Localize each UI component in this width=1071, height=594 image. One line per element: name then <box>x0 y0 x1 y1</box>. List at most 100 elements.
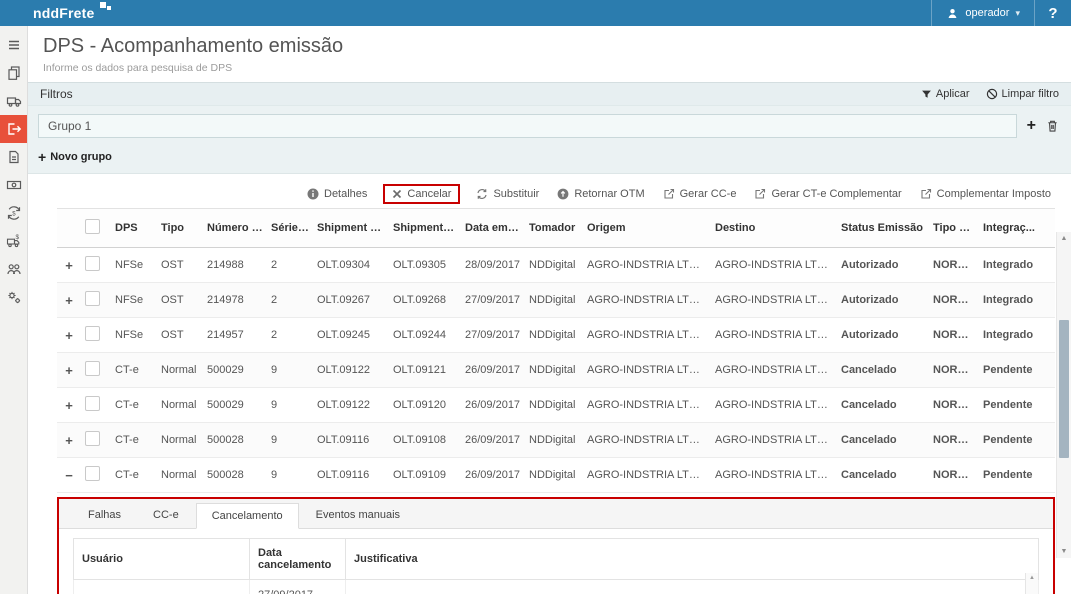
column-header-9[interactable]: Destino <box>711 209 837 248</box>
sidebar-item-currency-sync[interactable]: $ <box>0 199 27 227</box>
cell-tipo_op: NORMAL <box>929 458 979 493</box>
generate-cce-button[interactable]: Gerar CC-e <box>663 188 737 200</box>
filter-group-field[interactable]: Grupo 1 <box>38 114 1017 138</box>
tab-cancelamento[interactable]: Cancelamento <box>196 503 299 529</box>
column-header-1[interactable]: Tipo <box>157 209 203 248</box>
scroll-down-icon[interactable]: ▼ <box>1057 548 1071 555</box>
chevron-down-icon: ▾ <box>1015 8 1020 19</box>
cell-shipment_buy: OLT.09244 <box>389 318 461 353</box>
table-row[interactable]: +CT-eNormal5000299OLT.09122OLT.0912026/0… <box>57 388 1055 423</box>
column-header-10[interactable]: Status Emissão <box>837 209 929 248</box>
detail-column-header-2[interactable]: Justificativa <box>346 539 1039 580</box>
row-checkbox[interactable] <box>85 466 100 481</box>
table-row[interactable]: +NFSeOST2149572OLT.09245OLT.0924427/09/2… <box>57 318 1055 353</box>
svg-text:$: $ <box>15 234 19 241</box>
cell-status: Autorizado <box>837 283 929 318</box>
column-header-8[interactable]: Origem <box>583 209 711 248</box>
user-menu[interactable]: operador ▾ <box>931 0 1035 26</box>
select-all-header[interactable] <box>81 209 111 248</box>
add-filter-button[interactable]: + <box>1027 118 1036 134</box>
row-checkbox[interactable] <box>85 431 100 446</box>
cell-tomador: NDDigital <box>525 248 583 283</box>
new-group-button[interactable]: + Novo grupo <box>38 149 1059 165</box>
cell-tipo: Normal <box>157 423 203 458</box>
return-otm-button[interactable]: Retornar OTM <box>557 188 644 200</box>
cell-tipo: Normal <box>157 388 203 423</box>
expand-row-toggle[interactable]: + <box>57 248 81 283</box>
expand-row-toggle[interactable]: + <box>57 423 81 458</box>
expand-row-toggle[interactable]: + <box>57 353 81 388</box>
table-row[interactable]: +CT-eNormal5000299OLT.09122OLT.0912126/0… <box>57 353 1055 388</box>
table-row[interactable]: +NFSeOST2149782OLT.09267OLT.0926827/09/2… <box>57 283 1055 318</box>
export-icon <box>663 188 675 200</box>
sidebar-item-document[interactable] <box>0 143 27 171</box>
scroll-up-icon[interactable]: ▲ <box>1029 575 1035 581</box>
row-checkbox[interactable] <box>85 326 100 341</box>
column-header-11[interactable]: Tipo op... <box>929 209 979 248</box>
detail-scrollbar[interactable]: ▲ ▼ <box>1025 573 1038 594</box>
table-row[interactable]: −CT-eNormal5000289OLT.09116OLT.0910926/0… <box>57 458 1055 493</box>
cell-dps: NFSe <box>111 283 157 318</box>
column-header-3[interactable]: Série DPS <box>267 209 313 248</box>
column-header-4[interactable]: Shipment Sell <box>313 209 389 248</box>
sidebar-item-menu[interactable] <box>0 31 27 59</box>
column-header-5[interactable]: Shipment Buy <box>389 209 461 248</box>
scroll-up-icon[interactable]: ▲ <box>1057 235 1071 242</box>
column-header-0[interactable]: DPS <box>111 209 157 248</box>
help-button[interactable]: ? <box>1035 0 1071 26</box>
sidebar-item-transport[interactable] <box>0 87 27 115</box>
page-subtitle: Informe os dados para pesquisa de DPS <box>43 62 1071 74</box>
tab-eventos-manuais[interactable]: Eventos manuais <box>301 503 415 529</box>
substitute-button[interactable]: Substituir <box>476 188 539 200</box>
collapse-row-toggle[interactable]: − <box>57 458 81 493</box>
tab-falhas[interactable]: Falhas <box>73 503 136 529</box>
cell-destino: AGRO-INDSTRIA LTDA. <box>711 458 837 493</box>
cell-tipo: OST <box>157 248 203 283</box>
table-row[interactable]: +CT-eNormal5000289OLT.09116OLT.0910826/0… <box>57 423 1055 458</box>
plus-icon: + <box>38 149 46 165</box>
detail-cell-justificativa: Cancelamento <box>346 580 1039 594</box>
scrollbar-thumb[interactable] <box>1059 320 1069 458</box>
generate-cte-complementar-button[interactable]: Gerar CT-e Complementar <box>754 188 901 200</box>
topbar: nddFrete operador ▾ ? <box>0 0 1071 26</box>
tab-cc-e[interactable]: CC-e <box>138 503 194 529</box>
cell-tipo_op: NORMAL <box>929 283 979 318</box>
row-checkbox[interactable] <box>85 396 100 411</box>
apply-filter-button[interactable]: Aplicar <box>921 88 970 100</box>
expand-row-toggle[interactable]: + <box>57 318 81 353</box>
row-checkbox[interactable] <box>85 361 100 376</box>
expand-row-toggle[interactable]: + <box>57 388 81 423</box>
trash-icon <box>1046 119 1059 133</box>
select-all-checkbox[interactable] <box>85 219 100 234</box>
table-row[interactable]: +NFSeOST2149882OLT.09304OLT.0930528/09/2… <box>57 248 1055 283</box>
cell-data_emissao: 27/09/2017 <box>461 283 525 318</box>
cell-numero: 500028 <box>203 458 267 493</box>
sidebar-item-documents[interactable] <box>0 59 27 87</box>
row-checkbox[interactable] <box>85 256 100 271</box>
detail-column-header-1[interactable]: Data cancelamento <box>250 539 346 580</box>
row-checkbox[interactable] <box>85 291 100 306</box>
clear-filter-button[interactable]: Limpar filtro <box>986 88 1059 100</box>
cancel-button[interactable]: Cancelar <box>383 184 460 204</box>
expand-row-toggle[interactable]: + <box>57 283 81 318</box>
cell-destino: AGRO-INDSTRIA LTDA. <box>711 388 837 423</box>
sidebar-item-settings[interactable] <box>0 283 27 311</box>
column-header-2[interactable]: Número DPS <box>203 209 267 248</box>
sidebar-item-emission-active[interactable] <box>0 115 27 143</box>
cell-status: Cancelado <box>837 423 929 458</box>
sidebar-item-billing[interactable] <box>0 171 27 199</box>
grid-vertical-scrollbar[interactable]: ▲ ▼ <box>1056 232 1071 558</box>
sidebar-item-users[interactable] <box>0 255 27 283</box>
complementar-imposto-button[interactable]: Complementar Imposto <box>920 188 1051 200</box>
column-header-7[interactable]: Tomador <box>525 209 583 248</box>
column-header-6[interactable]: Data emis... <box>461 209 525 248</box>
delete-group-button[interactable] <box>1046 119 1059 133</box>
column-header-12[interactable]: Integraç... <box>979 209 1055 248</box>
cell-integracao: Pendente <box>979 388 1055 423</box>
cell-data_emissao: 26/09/2017 <box>461 458 525 493</box>
export-icon <box>920 188 932 200</box>
details-button[interactable]: Detalhes <box>307 188 367 200</box>
cell-tipo: Normal <box>157 458 203 493</box>
sidebar-item-freight-cost[interactable]: $ <box>0 227 27 255</box>
detail-column-header-0[interactable]: Usuário <box>74 539 250 580</box>
